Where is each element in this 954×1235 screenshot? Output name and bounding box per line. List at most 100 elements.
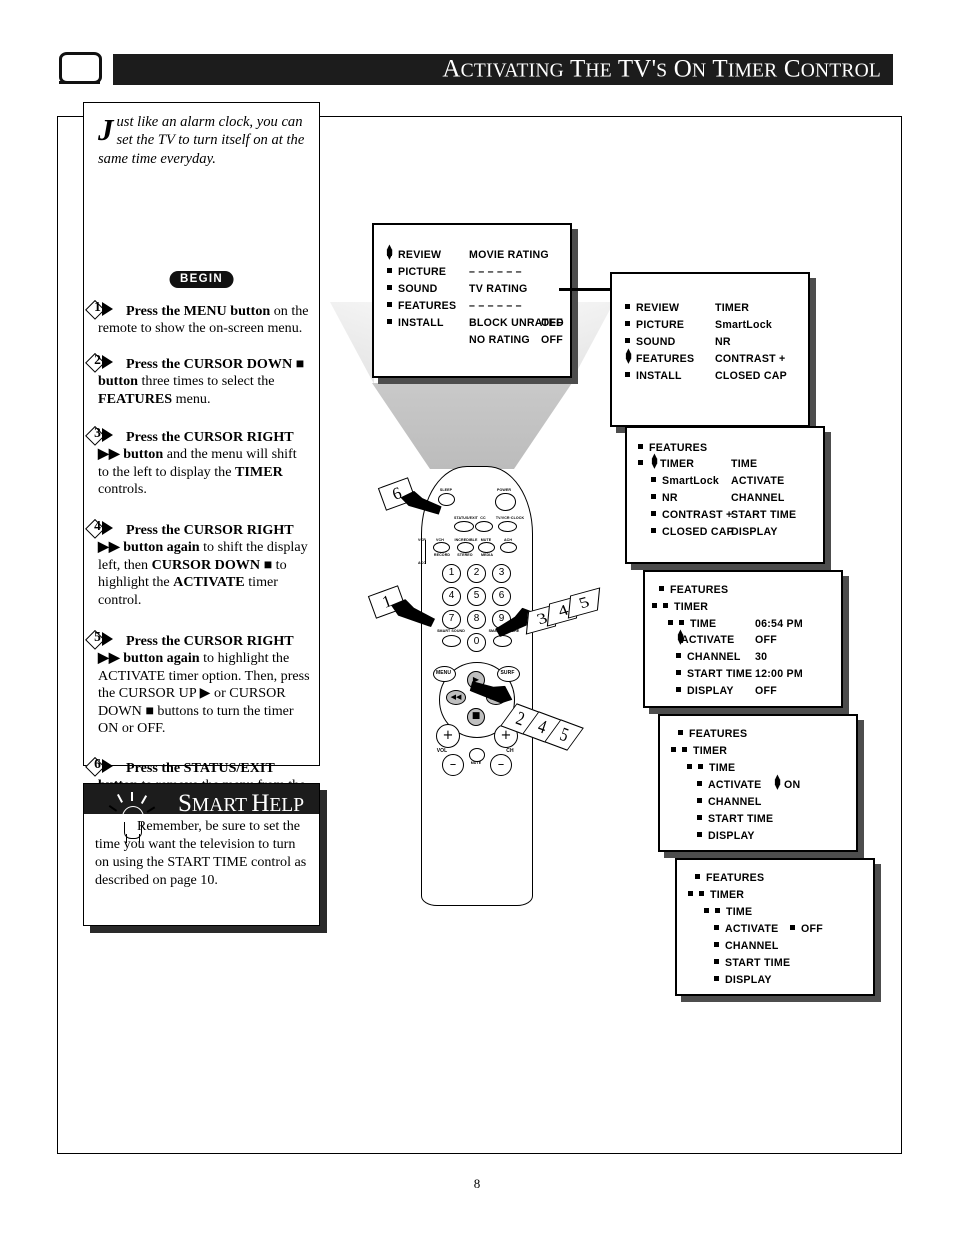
mute-top-button[interactable] xyxy=(478,542,495,553)
menu-features-value-1[interactable]: SmartLock xyxy=(715,319,772,331)
smart-picture-button[interactable] xyxy=(493,635,512,647)
menu-rating-item-0[interactable]: REVIEW xyxy=(398,249,441,261)
menu-tv-row-2[interactable]: CHANNEL xyxy=(687,651,741,663)
menu-on-row-3[interactable]: DISPLAY xyxy=(708,830,755,842)
menu-rating-setting-4[interactable]: OFF xyxy=(541,317,563,329)
key-3[interactable]: 3 xyxy=(492,564,511,583)
tv-menu-timer-list: FEATURES ▲ ■ ▼ TIMER SmartLock NR CONTRAST… xyxy=(625,426,825,564)
menu-features-value-4[interactable]: CLOSED CAP xyxy=(715,370,787,382)
key-1[interactable]: 1 xyxy=(442,564,461,583)
cursor-left-button[interactable]: ◀◀ xyxy=(446,690,466,705)
menu-off-row-2[interactable]: START TIME xyxy=(725,957,790,969)
key-6[interactable]: 6 xyxy=(492,587,511,606)
channel-down-button[interactable]: – xyxy=(490,754,512,776)
cc-button[interactable] xyxy=(475,521,493,532)
menu-features-item-1[interactable]: PICTURE xyxy=(636,319,684,331)
menu-on-cursor-icon: ▲ ■ ▼ xyxy=(774,773,781,792)
menu-timer-value-0[interactable]: TIME xyxy=(731,458,757,470)
menu-off-subheader2: TIME xyxy=(726,906,753,918)
intro-paragraph: Just like an alarm clock, you can set th… xyxy=(98,113,310,168)
menu-features-value-2[interactable]: NR xyxy=(715,336,731,348)
menu-features-item-3[interactable]: FEATURES xyxy=(636,353,694,365)
menu-off-row-3[interactable]: DISPLAY xyxy=(725,974,772,986)
step-4: 4 Press the CURSOR RIGHT ▶▶ button again… xyxy=(85,518,310,609)
menu-timer-item-4[interactable]: CLOSED CAP xyxy=(662,526,734,538)
callout-1-number: 1 xyxy=(379,591,395,612)
menu-tv-header: FEATURES xyxy=(670,584,729,596)
menu-rating-value-5[interactable]: NO RATING xyxy=(469,334,530,346)
menu-off-header: FEATURES xyxy=(706,872,765,884)
menu-timer-item-1[interactable]: SmartLock xyxy=(662,475,719,487)
menu-tv-val-0[interactable]: 06:54 PM xyxy=(755,618,803,630)
menu-rating-item-1[interactable]: PICTURE xyxy=(398,266,446,278)
smart-sound-button[interactable] xyxy=(442,635,461,647)
menu-tv-val-4[interactable]: OFF xyxy=(755,685,777,697)
key-8[interactable]: 8 xyxy=(467,610,486,629)
page-number: 8 xyxy=(473,1176,481,1191)
menu-rating-setting-5[interactable]: OFF xyxy=(541,334,563,346)
menu-tv-row-3[interactable]: START TIME xyxy=(687,668,752,680)
key-7[interactable]: 7 xyxy=(442,610,461,629)
incredible-button[interactable] xyxy=(457,542,474,553)
menu-on-row-1[interactable]: CHANNEL xyxy=(708,796,762,808)
menu-tv-row-0[interactable]: TIME xyxy=(690,618,716,630)
menu-rating-value-2[interactable]: TV RATING xyxy=(469,283,528,295)
menu-timer-value-1[interactable]: ACTIVATE xyxy=(731,475,784,487)
key-0[interactable]: 0 xyxy=(467,633,486,652)
tv-vcr-clock-button[interactable] xyxy=(498,521,517,532)
menu-features-item-4[interactable]: INSTALL xyxy=(636,370,682,382)
sleep-label: SLEEP xyxy=(439,488,453,492)
page-title: ACTIVATING THE TV'S ON TIMER CONTROL xyxy=(442,55,881,83)
menu-tv-val-1[interactable]: OFF xyxy=(755,634,777,646)
menu-on-row-0[interactable]: ACTIVATE xyxy=(708,779,761,791)
menu-rating-item-4[interactable]: INSTALL xyxy=(398,317,444,329)
menu-timer-item-0[interactable]: TIMER xyxy=(660,458,694,470)
status-exit-button[interactable] xyxy=(454,521,474,532)
smart-help-title: SMART HELP xyxy=(178,790,304,818)
key-2[interactable]: 2 xyxy=(467,564,486,583)
menu-off-val-0[interactable]: OFF xyxy=(801,923,823,935)
menu-rating-item-2[interactable]: SOUND xyxy=(398,283,438,295)
menu-rating-value-1: – – – – – – xyxy=(469,266,522,278)
step-4-number: 4 xyxy=(94,518,101,533)
menu-timer-item-2[interactable]: NR xyxy=(662,492,678,504)
title-word-4-cap: O xyxy=(673,54,693,82)
volume-up-button[interactable]: + xyxy=(436,724,460,748)
vch-button[interactable] xyxy=(433,542,450,553)
title-word-4: N xyxy=(692,59,707,81)
menu-tv-val-2[interactable]: 30 xyxy=(755,651,767,663)
menu-features-value-3[interactable]: CONTRAST + xyxy=(715,353,785,365)
menu-on-val-0[interactable]: ON xyxy=(784,779,800,791)
cursor-down-button[interactable]: ■ xyxy=(467,708,485,726)
menu-off-row-1[interactable]: CHANNEL xyxy=(725,940,779,952)
menu-on-header: FEATURES xyxy=(689,728,748,740)
menu-features-value-0[interactable]: TIMER xyxy=(715,302,749,314)
volume-down-button[interactable]: – xyxy=(442,754,464,776)
power-button[interactable] xyxy=(495,493,516,511)
key-4[interactable]: 4 xyxy=(442,587,461,606)
menu-rating-value-0[interactable]: MOVIE RATING xyxy=(469,249,549,261)
title-word-3: TV xyxy=(617,54,652,82)
menu-tv-val-3[interactable]: 12:00 PM xyxy=(755,668,803,680)
menu-timer-value-3[interactable]: START TIME xyxy=(731,509,796,521)
menu-tv-row-1[interactable]: ACTIVATE xyxy=(681,634,734,646)
menu-on-row-2[interactable]: START TIME xyxy=(708,813,773,825)
key-5[interactable]: 5 xyxy=(467,587,486,606)
title-word-6: ONTROL xyxy=(800,59,881,81)
menu-rating-item-3[interactable]: FEATURES xyxy=(398,300,456,312)
title-word-5: IMER xyxy=(727,59,778,81)
menu-tv-row-4[interactable]: DISPLAY xyxy=(687,685,734,697)
callout-2-number: 2 xyxy=(513,706,528,730)
menu-timer-value-2[interactable]: CHANNEL xyxy=(731,492,785,504)
power-label: POWER xyxy=(496,488,512,492)
menu-features-item-2[interactable]: SOUND xyxy=(636,336,676,348)
ach-button[interactable] xyxy=(500,542,517,553)
sleep-button[interactable] xyxy=(438,493,455,506)
menu-off-row-0[interactable]: ACTIVATE xyxy=(725,923,778,935)
menu-features-item-0[interactable]: REVIEW xyxy=(636,302,679,314)
callout-5b-number: 5 xyxy=(557,722,572,746)
menu-timer-value-4[interactable]: DISPLAY xyxy=(731,526,778,538)
mute-button[interactable] xyxy=(469,748,485,762)
step-2: 2 Press the CURSOR DOWN ■ button three t… xyxy=(85,352,310,408)
menu-timer-item-3[interactable]: CONTRAST + xyxy=(662,509,732,521)
